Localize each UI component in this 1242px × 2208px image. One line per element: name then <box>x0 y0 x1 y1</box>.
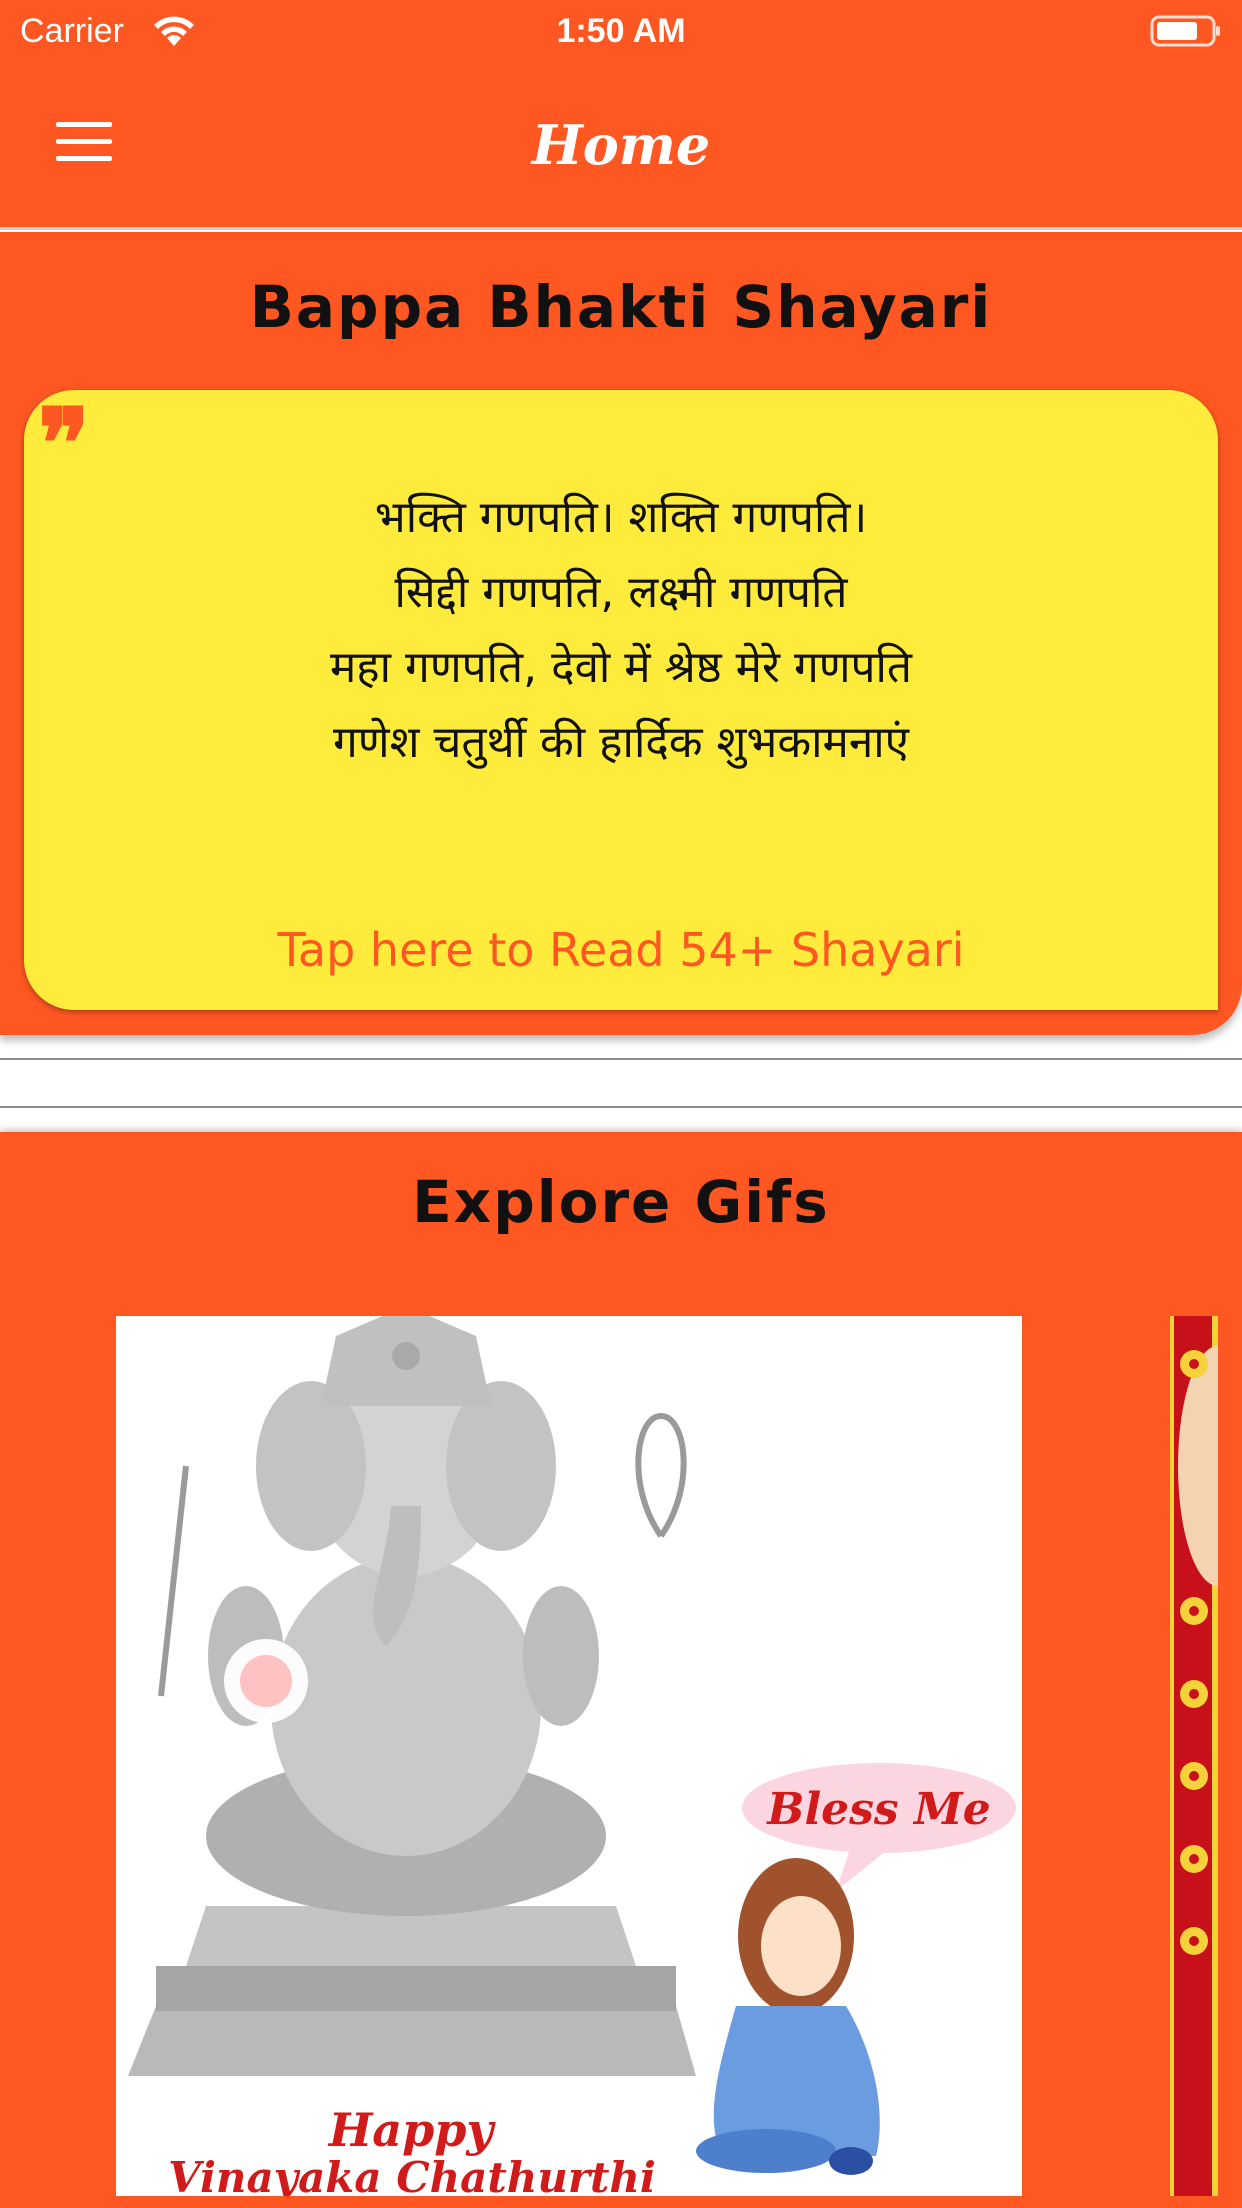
battery-icon <box>1150 15 1220 47</box>
shayari-text: भक्ति गणपति। शक्ति गणपति। सिद्दी गणपति, … <box>24 480 1218 780</box>
shayari-section-title: Bappa Bhakti Shayari <box>249 273 993 341</box>
read-more-link[interactable]: Tap here to Read 54+ Shayari <box>24 920 1218 980</box>
shayari-line: सिद्दी गणपति, लक्ष्मी गणपति <box>394 567 848 618</box>
quote-icon: ❞ <box>38 387 90 500</box>
shayari-card[interactable]: ❞ भक्ति गणपति। शक्ति गणपति। सिद्दी गणपति… <box>24 390 1218 1010</box>
next-gif-card[interactable] <box>1170 1316 1218 2196</box>
status-bar: Carrier 1:50 AM <box>0 0 1242 62</box>
shayari-section: Bappa Bhakti Shayari ❞ भक्ति गणपति। शक्त… <box>0 232 1242 1035</box>
nav-bar: Home <box>0 62 1242 230</box>
next-gif-preview <box>1170 1316 1218 2196</box>
divider <box>0 1058 1242 1060</box>
shayari-line: गणेश चतुर्थी की हार्दिक शुभकामनाएं <box>333 717 909 768</box>
status-time: 1:50 AM <box>556 12 686 50</box>
shayari-line: भक्ति गणपति। शक्ति गणपति। <box>374 492 868 543</box>
divider <box>0 1106 1242 1108</box>
gif-caption-line2: Vinayaka Chathurthi <box>168 2153 656 2196</box>
gif-caption-line1: Happy <box>327 2103 497 2157</box>
speech-bubble-text: Bless Me <box>765 1784 990 1835</box>
page-title: Home <box>531 113 711 177</box>
gif-card[interactable]: Bless Me Happy Vinayaka Chathurthi <box>116 1316 1022 2196</box>
shayari-line: महा गणपति, देवो में श्रेष्ठ मेरे गणपति <box>330 642 912 693</box>
ganesha-gif-image: Bless Me Happy Vinayaka Chathurthi <box>128 1316 1016 2196</box>
gifs-section-title: Explore Gifs <box>412 1168 830 1236</box>
gifs-section: Explore Gifs Bless Me Happy Vinayaka Cha… <box>0 1132 1242 2208</box>
